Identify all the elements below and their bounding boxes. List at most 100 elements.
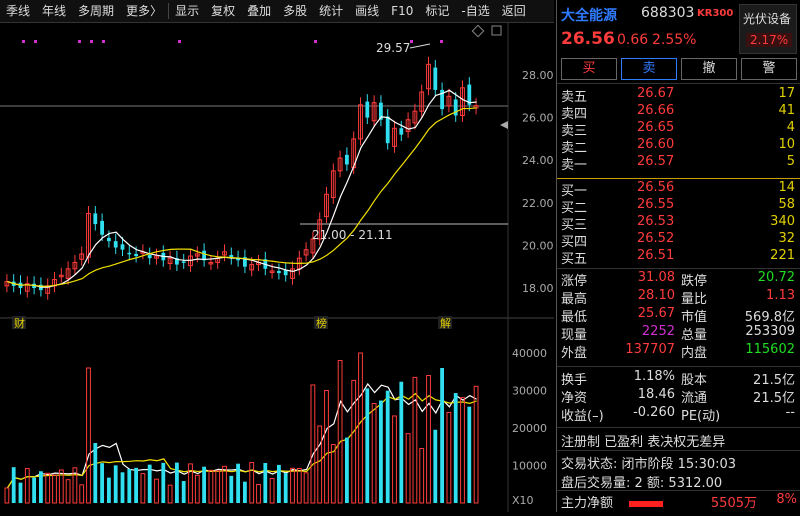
tab-more[interactable]: 更多〉 bbox=[120, 0, 168, 22]
divider bbox=[557, 450, 800, 451]
stat-label: 跌停 bbox=[681, 274, 708, 289]
remove-watchlist-button[interactable]: -自选 bbox=[455, 0, 495, 22]
sell_orders-volume: 41 bbox=[778, 103, 795, 118]
candle-body bbox=[277, 270, 281, 274]
after-hours-volume: 盘后交易量: 2 额: 5312.00 bbox=[561, 476, 723, 491]
volume-bar bbox=[385, 390, 390, 503]
stat-label: 最低 bbox=[561, 310, 588, 325]
tab-year-line[interactable]: 年线 bbox=[36, 0, 72, 22]
stat-value: 21.5亿 bbox=[753, 373, 795, 388]
stat-value: 18.46 bbox=[637, 387, 675, 402]
volume-bar bbox=[127, 468, 132, 503]
mark-button[interactable]: 标记 bbox=[419, 0, 455, 22]
candle-body bbox=[345, 154, 349, 165]
buy_orders-price: 26.55 bbox=[637, 197, 675, 212]
main-flow-value: 5505万 bbox=[710, 496, 757, 511]
stat-row: 最低 25.67 市值 569.8亿 bbox=[557, 306, 800, 325]
display-button[interactable]: 显示 bbox=[169, 0, 205, 22]
volume-bar bbox=[419, 447, 425, 504]
volume-bar bbox=[215, 470, 221, 504]
vol-tick-label: 20000 bbox=[512, 422, 547, 435]
volume-bar bbox=[229, 475, 234, 503]
volume-bar bbox=[358, 352, 363, 504]
main-flow-row[interactable]: 主力净额 5505万 8% bbox=[561, 492, 797, 511]
sell_orders-row[interactable]: 卖一 26.57 5 bbox=[557, 154, 800, 173]
candle-body bbox=[93, 213, 98, 225]
volume-bar bbox=[188, 463, 193, 504]
sell-button[interactable]: 卖 bbox=[621, 58, 677, 80]
volume-bar bbox=[412, 376, 418, 504]
buy_orders-row[interactable]: 买二 26.55 58 bbox=[557, 197, 800, 216]
buy_orders-row[interactable]: 买三 26.53 340 bbox=[557, 214, 800, 233]
sell_orders-volume: 4 bbox=[786, 120, 795, 135]
buy_orders-row[interactable]: 买一 26.56 14 bbox=[557, 180, 800, 199]
stat-row: 收益(–) -0.260 PE(动) -- bbox=[557, 405, 800, 424]
tab-multi-period[interactable]: 多周期 bbox=[72, 0, 120, 22]
candle-body bbox=[127, 252, 132, 255]
quote-header: 大全能源 688303 KR300 26.56 0.66 2.55% 光伏设备 … bbox=[557, 0, 800, 54]
sell_orders-row[interactable]: 卖三 26.65 4 bbox=[557, 120, 800, 139]
volume-bar bbox=[222, 465, 227, 504]
stat-label: 涨停 bbox=[561, 274, 588, 289]
draw-line-button[interactable]: 画线 bbox=[349, 0, 385, 22]
adjust-button[interactable]: 复权 bbox=[205, 0, 241, 22]
overlay-button[interactable]: 叠加 bbox=[241, 0, 277, 22]
sector-card[interactable]: 光伏设备 2.17% bbox=[739, 4, 797, 54]
buy_orders-price: 26.56 bbox=[637, 180, 675, 195]
main-flow-label: 主力净额 bbox=[561, 496, 614, 511]
signal-dot bbox=[34, 40, 37, 43]
stat-value: 21.5亿 bbox=[753, 391, 795, 406]
buy_orders-volume: 221 bbox=[770, 248, 795, 263]
volume-bar bbox=[39, 471, 43, 503]
f10-button[interactable]: F10 bbox=[385, 0, 419, 22]
volume-bar bbox=[392, 415, 397, 504]
stat-row: 外盘 137707 内盘 115602 bbox=[557, 342, 800, 361]
high-price-label: 29.57 bbox=[376, 41, 410, 55]
multi-stock-button[interactable]: 多股 bbox=[277, 0, 313, 22]
sell_orders-volume: 5 bbox=[786, 154, 795, 169]
sell_orders-row[interactable]: 卖二 26.60 10 bbox=[557, 137, 800, 156]
candle-body bbox=[433, 67, 438, 90]
signal-dot bbox=[90, 40, 93, 43]
main-flow-bar bbox=[629, 500, 664, 507]
diamond-icon bbox=[471, 24, 485, 38]
stock-name[interactable]: 大全能源 bbox=[561, 5, 617, 25]
buy_orders-label: 买五 bbox=[561, 252, 588, 267]
statistics-button[interactable]: 统计 bbox=[313, 0, 349, 22]
volume-bar bbox=[426, 375, 431, 504]
cancel-order-button[interactable]: 撤 bbox=[681, 58, 737, 80]
volume-bar bbox=[379, 400, 383, 503]
tab-season-line[interactable]: 季线 bbox=[0, 0, 36, 22]
stat-row: 最高 28.10 量比 1.13 bbox=[557, 288, 800, 307]
square-icon bbox=[491, 25, 502, 36]
kline-chart[interactable]: 28.00 26.00 24.00 22.00 20.00 18.00 40000 30000… bbox=[0, 22, 554, 512]
buy_orders-volume: 340 bbox=[770, 214, 795, 229]
signal-dot bbox=[314, 40, 317, 43]
stat-label: 量比 bbox=[681, 292, 708, 307]
volume-bar bbox=[113, 465, 118, 503]
candle-body bbox=[147, 254, 152, 259]
sell_orders-row[interactable]: 卖五 26.67 17 bbox=[557, 86, 800, 105]
alert-button[interactable]: 警 bbox=[741, 58, 797, 80]
volume-bar bbox=[79, 484, 85, 504]
sector-name: 光伏设备 bbox=[743, 12, 792, 26]
buy_orders-row[interactable]: 买五 26.51 221 bbox=[557, 248, 800, 267]
kline-svg[interactable]: 28.00 26.00 24.00 22.00 20.00 18.00 40000 30000… bbox=[0, 22, 554, 512]
stat-value: 253309 bbox=[745, 324, 795, 339]
candle-body bbox=[107, 237, 111, 242]
back-button[interactable]: 返回 bbox=[496, 0, 532, 22]
buy-button[interactable]: 买 bbox=[561, 58, 617, 80]
volume-bar bbox=[324, 390, 329, 504]
last-price: 26.56 bbox=[561, 29, 615, 49]
sell_orders-price: 26.57 bbox=[637, 154, 675, 169]
volume-bar bbox=[345, 437, 349, 503]
buy_orders-row[interactable]: 买四 26.52 32 bbox=[557, 231, 800, 250]
range-label: 21.00 - 21.11 bbox=[312, 228, 393, 242]
divider bbox=[557, 427, 800, 428]
stat-value: 25.67 bbox=[637, 306, 675, 321]
signal-dot bbox=[410, 40, 413, 43]
sell_orders-row[interactable]: 卖四 26.66 41 bbox=[557, 103, 800, 122]
vol-unit-label: X10 bbox=[512, 494, 534, 507]
stat-value: 137707 bbox=[625, 342, 675, 357]
vol-tick-label: 10000 bbox=[512, 460, 547, 473]
